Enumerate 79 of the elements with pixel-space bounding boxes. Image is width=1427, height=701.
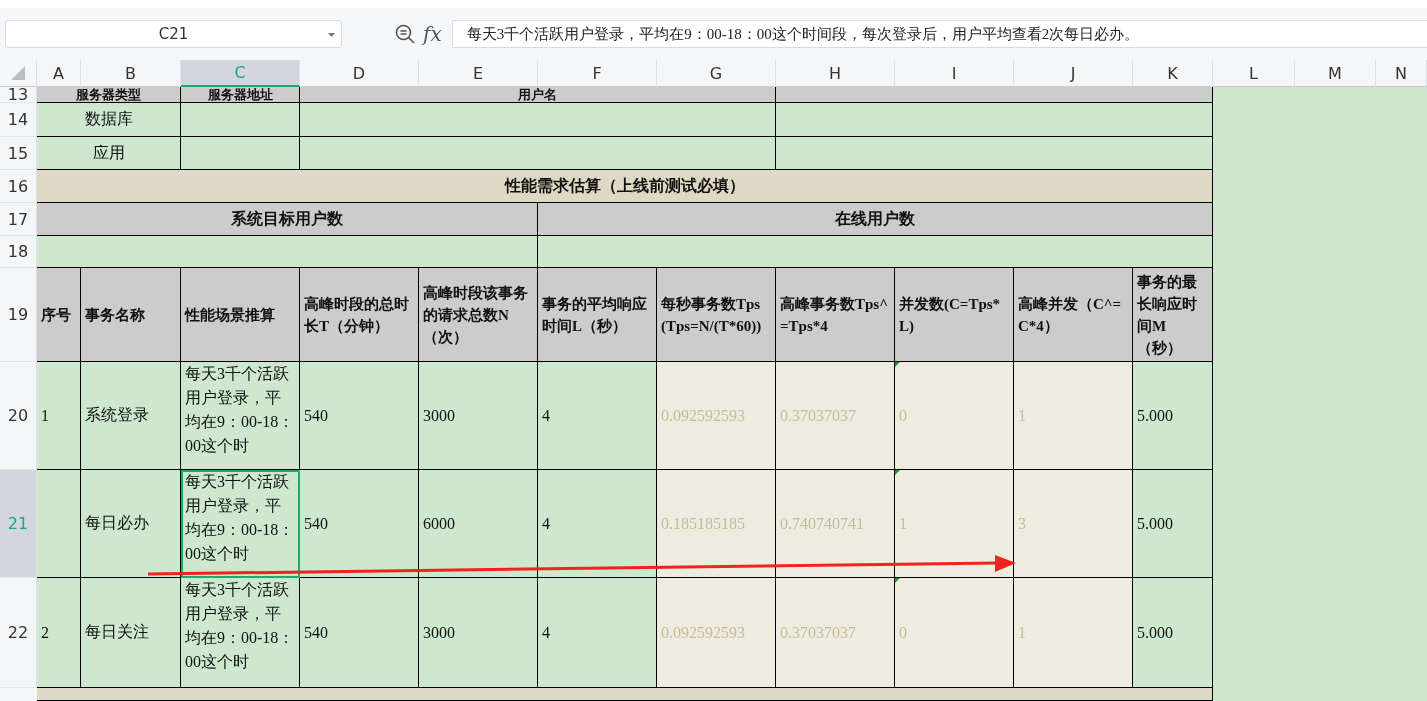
header-cell: 在线用户数 bbox=[538, 203, 1213, 236]
table-cell: 每天3千个活跃用户登录，平均在9：00-18：00这个时 bbox=[181, 578, 300, 688]
column-header[interactable]: N bbox=[1376, 60, 1427, 87]
column-header[interactable]: B bbox=[81, 60, 181, 87]
section-title: 性能需求估算（上线前测试必填） bbox=[37, 170, 1213, 203]
table-cell: 0 bbox=[895, 362, 1014, 470]
header-cell: 用户名 bbox=[300, 87, 776, 103]
table-cell: 1 bbox=[1014, 362, 1133, 470]
table-cell: 5.000 bbox=[1133, 578, 1213, 688]
row-header[interactable]: 20 bbox=[0, 362, 37, 470]
row-header[interactable]: 16 bbox=[0, 170, 37, 203]
table-cell: 540 bbox=[300, 578, 419, 688]
table-cell: 每天3千个活跃用户登录，平均在9：00-18：00这个时 bbox=[181, 362, 300, 470]
column-header[interactable]: I bbox=[895, 60, 1014, 87]
column-header[interactable]: G bbox=[657, 60, 776, 87]
table-cell: 3000 bbox=[419, 578, 538, 688]
table-cell: 0 bbox=[895, 578, 1014, 688]
table-cell: 0.092592593 bbox=[657, 578, 776, 688]
row-header[interactable]: 18 bbox=[0, 236, 37, 268]
header-cell: 服务器地址 bbox=[181, 87, 300, 103]
column-header[interactable]: F bbox=[538, 60, 657, 87]
table-cell: 4 bbox=[538, 578, 657, 688]
table-cell: 1 bbox=[1014, 578, 1133, 688]
table-cell: 每日关注 bbox=[81, 578, 181, 688]
name-box[interactable]: C21 bbox=[5, 20, 342, 48]
column-title: 事务的最长响应时间M（秒） bbox=[1133, 268, 1213, 362]
table-cell: 2 bbox=[37, 578, 81, 688]
row-header[interactable]: 17 bbox=[0, 203, 37, 236]
column-header[interactable]: A bbox=[37, 60, 81, 87]
table-cell: 1 bbox=[37, 362, 81, 470]
formula-field[interactable]: 每天3千个活跃用户登录，平均在9：00-18：00这个时间段，每次登录后，用户平均查看2次每日必办。 bbox=[451, 20, 1427, 48]
table-cell: 4 bbox=[538, 470, 657, 578]
table-cell: 5.000 bbox=[1133, 470, 1213, 578]
table-cell: 系统登录 bbox=[81, 362, 181, 470]
table-cell: 数据库 bbox=[37, 103, 181, 137]
table-cell: 3 bbox=[1014, 470, 1133, 578]
row-header[interactable]: 14 bbox=[0, 103, 37, 137]
table-cell: 4 bbox=[538, 362, 657, 470]
table-cell: 6000 bbox=[419, 470, 538, 578]
row-header[interactable]: 22 bbox=[0, 578, 37, 688]
table-cell: 0.37037037 bbox=[776, 362, 895, 470]
row-header[interactable]: 19 bbox=[0, 268, 37, 362]
table-cell: 应用 bbox=[37, 137, 181, 170]
column-title: 每秒事务数Tps(Tps=N/(T*60)) bbox=[657, 268, 776, 362]
row-header[interactable]: 13 bbox=[0, 87, 37, 103]
table-cell[interactable]: 每天3千个活跃用户登录，平均在9：00-18：00这个时 bbox=[181, 470, 300, 578]
caret-icon bbox=[328, 33, 335, 37]
column-header[interactable]: K bbox=[1133, 60, 1213, 87]
column-title: 事务名称 bbox=[81, 268, 181, 362]
column-title: 序号 bbox=[37, 268, 81, 362]
table-cell: 540 bbox=[300, 362, 419, 470]
table-cell: 5.000 bbox=[1133, 362, 1213, 470]
column-header[interactable]: D bbox=[300, 60, 419, 87]
column-header[interactable]: E bbox=[419, 60, 538, 87]
table-cell: 0.740740741 bbox=[776, 470, 895, 578]
table-cell: 每日必办 bbox=[81, 470, 181, 578]
table-cell: 0.37037037 bbox=[776, 578, 895, 688]
column-title: 高峰事务数Tps^=Tps*4 bbox=[776, 268, 895, 362]
table-cell: 3000 bbox=[419, 362, 538, 470]
function-label[interactable]: fx bbox=[423, 22, 442, 46]
header-cell: 系统目标用户数 bbox=[37, 203, 538, 236]
column-title: 事务的平均响应时间L（秒） bbox=[538, 268, 657, 362]
column-title: 高峰时段的总时长T（分钟） bbox=[300, 268, 419, 362]
column-header[interactable]: H bbox=[776, 60, 895, 87]
column-header[interactable]: L bbox=[1213, 60, 1295, 87]
corner-triangle-icon bbox=[11, 66, 25, 80]
row-header[interactable]: 15 bbox=[0, 137, 37, 170]
table-cell: 1 bbox=[895, 470, 1014, 578]
zoom-icon[interactable] bbox=[395, 24, 415, 44]
column-title: 性能场景推算 bbox=[181, 268, 300, 362]
header-cell: 服务器类型 bbox=[37, 87, 181, 103]
column-header[interactable]: J bbox=[1014, 60, 1133, 87]
table-cell: 0.092592593 bbox=[657, 362, 776, 470]
column-title: 并发数(C=Tps*L) bbox=[895, 268, 1014, 362]
table-cell: 0.185185185 bbox=[657, 470, 776, 578]
table-cell: 540 bbox=[300, 470, 419, 578]
column-title: 高峰时段该事务的请求总数N（次） bbox=[419, 268, 538, 362]
column-header[interactable]: M bbox=[1295, 60, 1376, 87]
column-title: 高峰并发（C^=C*4） bbox=[1014, 268, 1133, 362]
